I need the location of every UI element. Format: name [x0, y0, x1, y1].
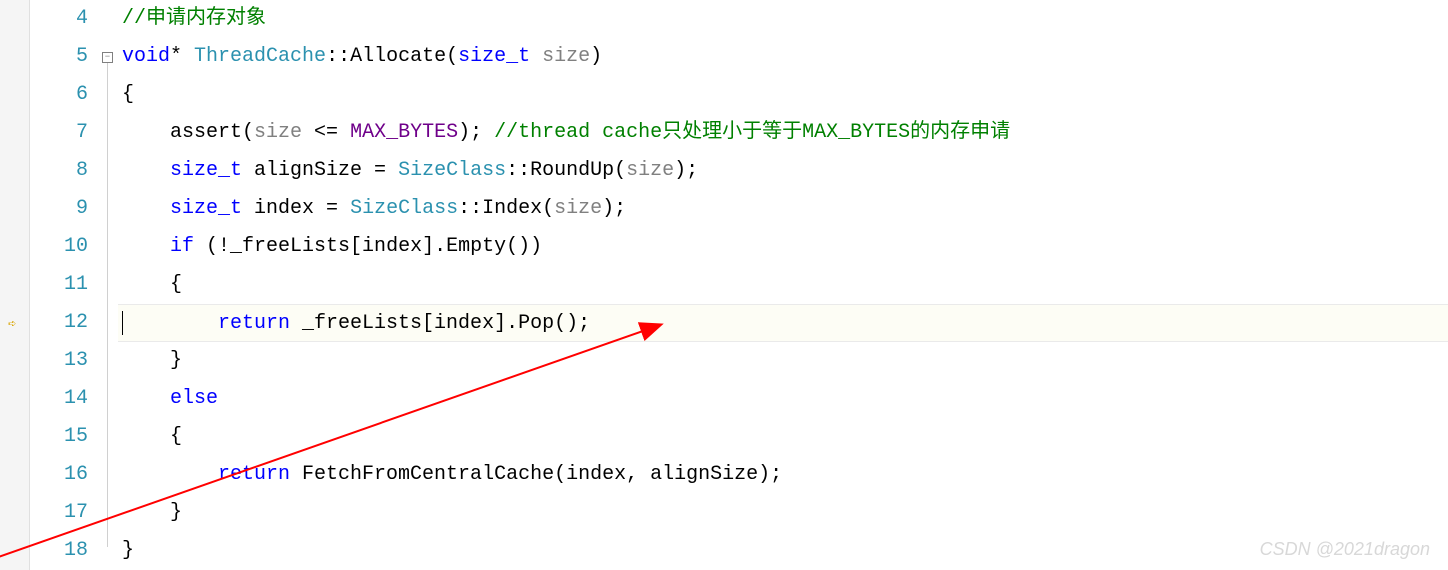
- line-number: 5: [30, 38, 88, 76]
- code-token: [122, 312, 218, 335]
- code-token: alignSize =: [242, 159, 398, 182]
- code-token: [122, 463, 218, 486]
- code-line[interactable]: void* ThreadCache::Allocate(size_t size): [118, 38, 1448, 76]
- code-token: void: [122, 45, 170, 68]
- code-token: size_t: [170, 159, 242, 182]
- code-token: ::Index(: [458, 197, 554, 220]
- code-line[interactable]: }: [118, 532, 1448, 570]
- code-token: }: [122, 539, 134, 562]
- code-token: ::: [326, 45, 350, 68]
- code-token: else: [170, 387, 218, 410]
- code-token: size_t: [458, 45, 530, 68]
- code-line[interactable]: {: [118, 418, 1448, 456]
- code-token: [122, 121, 170, 144]
- line-number: 11: [30, 266, 88, 304]
- execution-pointer-icon: ➪: [8, 316, 16, 333]
- code-token: }: [122, 349, 182, 372]
- code-line[interactable]: if (!_freeLists[index].Empty()): [118, 228, 1448, 266]
- code-token: size: [626, 159, 674, 182]
- code-line[interactable]: size_t alignSize = SizeClass::RoundUp(si…: [118, 152, 1448, 190]
- code-token: (!_freeLists[index].Empty()): [194, 235, 542, 258]
- code-token: _freeLists[index].Pop();: [290, 312, 590, 335]
- code-token: Allocate(: [350, 45, 458, 68]
- line-number: 4: [30, 0, 88, 38]
- code-token: SizeClass: [350, 197, 458, 220]
- code-line[interactable]: return FetchFromCentralCache(index, alig…: [118, 456, 1448, 494]
- code-token: MAX_BYTES: [350, 121, 458, 144]
- code-token: SizeClass: [398, 159, 506, 182]
- code-token: {: [122, 425, 182, 448]
- code-token: }: [122, 501, 182, 524]
- line-number: 16: [30, 456, 88, 494]
- code-token: size: [254, 121, 302, 144]
- line-number: 10: [30, 228, 88, 266]
- line-number: 8: [30, 152, 88, 190]
- code-token: if: [170, 235, 194, 258]
- code-token: [122, 387, 170, 410]
- line-number: 14: [30, 380, 88, 418]
- code-line[interactable]: //申请内存对象: [118, 0, 1448, 38]
- line-number: 13: [30, 342, 88, 380]
- code-token: index =: [242, 197, 350, 220]
- code-token: ): [590, 45, 602, 68]
- code-line[interactable]: return _freeLists[index].Pop();: [118, 304, 1448, 342]
- fold-toggle-icon[interactable]: −: [102, 52, 113, 63]
- code-token: return: [218, 463, 290, 486]
- code-token: size: [554, 197, 602, 220]
- code-line[interactable]: }: [118, 494, 1448, 532]
- code-token: {: [122, 273, 182, 296]
- code-token: return: [218, 312, 290, 335]
- line-number: 6: [30, 76, 88, 114]
- code-token: assert(: [170, 121, 254, 144]
- code-line[interactable]: {: [118, 266, 1448, 304]
- code-token: //thread cache只处理小于等于MAX_BYTES的内存申请: [494, 121, 1010, 144]
- code-line[interactable]: {: [118, 76, 1448, 114]
- watermark: CSDN @2021dragon: [1260, 539, 1430, 560]
- code-token: {: [122, 83, 134, 106]
- code-token: );: [602, 197, 626, 220]
- code-line[interactable]: else: [118, 380, 1448, 418]
- code-line[interactable]: }: [118, 342, 1448, 380]
- code-token: [122, 235, 170, 258]
- code-area[interactable]: //申请内存对象void* ThreadCache::Allocate(size…: [118, 0, 1448, 570]
- code-token: [122, 159, 170, 182]
- breakpoint-gutter[interactable]: ➪: [0, 0, 30, 570]
- code-editor[interactable]: ➪ 456789101112131415161718 − //申请内存对象 voi…: [0, 0, 1448, 570]
- line-number: 7: [30, 114, 88, 152]
- code-token: );: [674, 159, 698, 182]
- line-number: 12: [30, 304, 88, 342]
- line-number: 18: [30, 532, 88, 570]
- code-token: <=: [302, 121, 350, 144]
- code-token: size_t: [170, 197, 242, 220]
- code-line[interactable]: size_t index = SizeClass::Index(size);: [118, 190, 1448, 228]
- code-token: *: [170, 45, 194, 68]
- code-token: ::RoundUp(: [506, 159, 626, 182]
- fold-gutter[interactable]: −: [100, 0, 118, 570]
- line-number: 17: [30, 494, 88, 532]
- code-line[interactable]: assert(size <= MAX_BYTES); //thread cach…: [118, 114, 1448, 152]
- line-number: 15: [30, 418, 88, 456]
- code-token: [122, 197, 170, 220]
- code-token: //申请内存对象: [122, 7, 266, 30]
- code-token: size: [530, 45, 590, 68]
- code-token: ThreadCache: [194, 45, 326, 68]
- line-number: 9: [30, 190, 88, 228]
- code-token: );: [458, 121, 494, 144]
- line-number-gutter: 456789101112131415161718: [30, 0, 100, 570]
- code-token: FetchFromCentralCache(index, alignSize);: [290, 463, 782, 486]
